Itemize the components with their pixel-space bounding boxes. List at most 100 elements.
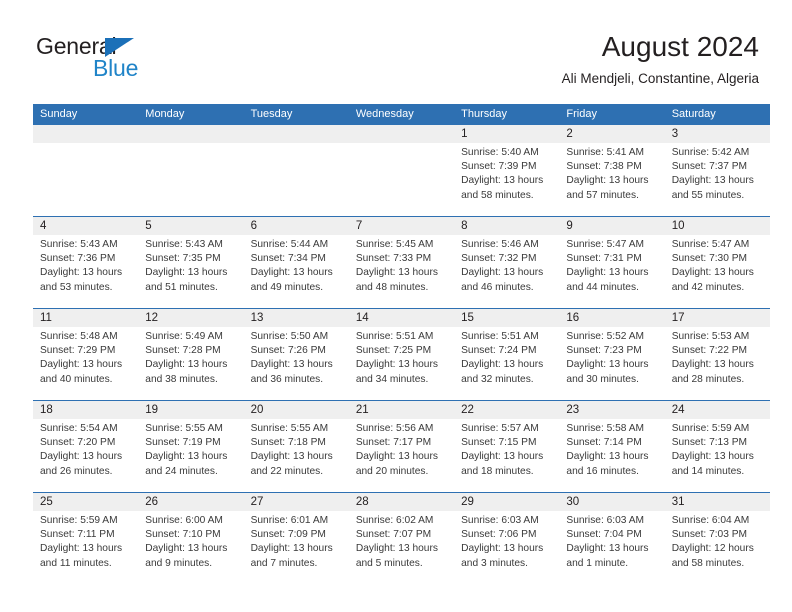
sunset-text: Sunset: 7:26 PM [250,345,326,357]
day-cell-26[interactable]: Sunrise: 6:00 AM Sunset: 7:10 PM Daylight:… [138,511,243,584]
sunrise-text: Sunrise: 5:44 AM [250,239,329,250]
daylight-text: Daylight: 13 hours [461,359,544,371]
daylight-text: Daylight: 13 hours [250,359,333,371]
daylight-text: and 48 minutes. [355,281,429,293]
day-of-week-header-row: Sunday Monday Tuesday Wednesday Thursday Frid… [33,104,770,125]
sunrise-text: Sunrise: 5:40 AM [461,147,539,158]
day-number-6[interactable]: 6 [244,217,349,235]
day-cell-15[interactable]: Sunrise: 5:51 AM Sunset: 7:24 PM Daylight:… [454,327,559,400]
sunset-text: Sunset: 7:03 PM [671,529,748,541]
day-of-week-monday: Monday [145,108,185,120]
sunrise-text: Sunrise: 6:00 AM [145,515,223,526]
week-day-number-band: 123 [33,125,770,143]
day-number-25[interactable]: 25 [33,493,138,511]
sunrise-text: Sunrise: 6:03 AM [566,515,644,526]
day-number-10[interactable]: 10 [665,217,770,235]
daylight-text: and 1 minute. [566,557,629,569]
day-cell-22[interactable]: Sunrise: 5:57 AM Sunset: 7:15 PM Daylight:… [454,419,559,492]
sunrise-text: Sunrise: 5:43 AM [145,239,223,250]
day-cell-1[interactable]: Sunrise: 5:40 AM Sunset: 7:39 PM Daylight:… [454,143,559,216]
sunrise-text: Sunrise: 5:58 AM [566,423,644,434]
day-number-14[interactable]: 14 [349,309,454,327]
day-number-26[interactable]: 26 [138,493,243,511]
day-cell-30[interactable]: Sunrise: 6:03 AM Sunset: 7:04 PM Daylight:… [559,511,664,584]
day-number-4[interactable]: 4 [33,217,138,235]
daylight-text: Daylight: 13 hours [355,451,438,463]
day-number-11[interactable]: 11 [33,309,138,327]
daylight-text: Daylight: 13 hours [250,451,333,463]
day-cell-5[interactable]: Sunrise: 5:43 AM Sunset: 7:35 PM Daylight:… [138,235,243,308]
day-number-23[interactable]: 23 [559,401,664,419]
daylight-text: Daylight: 13 hours [461,175,544,187]
day-number-9[interactable]: 9 [559,217,664,235]
day-cell-20[interactable]: Sunrise: 5:55 AM Sunset: 7:18 PM Daylight:… [244,419,349,492]
day-cell-6[interactable]: Sunrise: 5:44 AM Sunset: 7:34 PM Daylight:… [244,235,349,308]
sunset-text: Sunset: 7:32 PM [461,253,537,265]
day-cell-25[interactable]: Sunrise: 5:59 AM Sunset: 7:11 PM Daylight:… [33,511,138,584]
day-number-18[interactable]: 18 [33,401,138,419]
daylight-text: and 58 minutes. [461,189,534,201]
daylight-text: and 42 minutes. [671,281,745,293]
day-number-15[interactable]: 15 [454,309,559,327]
sunrise-text: Sunrise: 5:45 AM [355,239,434,250]
day-number-31[interactable]: 31 [665,493,770,511]
day-cell-31[interactable]: Sunrise: 6:04 AM Sunset: 7:03 PM Daylight:… [665,511,770,584]
day-cell-21[interactable]: Sunrise: 5:56 AM Sunset: 7:17 PM Daylight:… [349,419,454,492]
day-number-3[interactable]: 3 [665,125,770,143]
day-cell-18[interactable]: Sunrise: 5:54 AM Sunset: 7:20 PM Daylight:… [33,419,138,492]
day-of-week-saturday: Saturday [671,108,716,120]
day-cell-19[interactable]: Sunrise: 5:55 AM Sunset: 7:19 PM Daylight:… [138,419,243,492]
day-cell-24[interactable]: Sunrise: 5:59 AM Sunset: 7:13 PM Daylight:… [665,419,770,492]
day-number-17[interactable]: 17 [665,309,770,327]
day-number-8[interactable]: 8 [454,217,559,235]
sunset-text: Sunset: 7:07 PM [355,529,432,541]
day-cell-7[interactable]: Sunrise: 5:45 AM Sunset: 7:33 PM Daylight:… [349,235,454,308]
day-cell-10[interactable]: Sunrise: 5:47 AM Sunset: 7:30 PM Daylight:… [665,235,770,308]
calendar-page: General Blue August 2024 Ali Mendjeli, C… [0,0,792,612]
day-cell-11[interactable]: Sunrise: 5:48 AM Sunset: 7:29 PM Daylight:… [33,327,138,400]
day-cell-29[interactable]: Sunrise: 6:03 AM Sunset: 7:06 PM Daylight:… [454,511,559,584]
daylight-text: Daylight: 13 hours [671,175,754,187]
day-number-19[interactable]: 19 [138,401,243,419]
day-cell-14[interactable]: Sunrise: 5:51 AM Sunset: 7:25 PM Daylight:… [349,327,454,400]
sunset-text: Sunset: 7:20 PM [40,437,116,449]
day-number-empty [244,125,349,143]
day-number-2[interactable]: 2 [559,125,664,143]
day-number-22[interactable]: 22 [454,401,559,419]
day-cell-9[interactable]: Sunrise: 5:47 AM Sunset: 7:31 PM Daylight:… [559,235,664,308]
daylight-text: and 38 minutes. [145,373,218,385]
day-cell-23[interactable]: Sunrise: 5:58 AM Sunset: 7:14 PM Daylight:… [559,419,664,492]
day-number-30[interactable]: 30 [559,493,664,511]
sunrise-text: Sunrise: 5:46 AM [461,239,539,250]
day-cell-28[interactable]: Sunrise: 6:02 AM Sunset: 7:07 PM Daylight:… [349,511,454,584]
daylight-text: and 40 minutes. [40,373,113,385]
day-number-29[interactable]: 29 [454,493,559,511]
day-number-24[interactable]: 24 [665,401,770,419]
day-number-16[interactable]: 16 [559,309,664,327]
day-cell-13[interactable]: Sunrise: 5:50 AM Sunset: 7:26 PM Daylight:… [244,327,349,400]
day-number-13[interactable]: 13 [244,309,349,327]
sunset-text: Sunset: 7:11 PM [40,529,115,541]
generalblue-logo[interactable]: General Blue [36,34,236,82]
day-number-27[interactable]: 27 [244,493,349,511]
day-cell-2[interactable]: Sunrise: 5:41 AM Sunset: 7:38 PM Daylight:… [559,143,664,216]
day-number-20[interactable]: 20 [244,401,349,419]
daylight-text: Daylight: 13 hours [40,451,123,463]
day-number-5[interactable]: 5 [138,217,243,235]
sunset-text: Sunset: 7:39 PM [461,161,537,173]
sunrise-text: Sunrise: 5:53 AM [671,331,750,342]
day-cell-16[interactable]: Sunrise: 5:52 AM Sunset: 7:23 PM Daylight:… [559,327,664,400]
sunrise-text: Sunrise: 5:59 AM [40,515,118,526]
daylight-text: and 16 minutes. [566,465,639,477]
day-cell-17[interactable]: Sunrise: 5:53 AM Sunset: 7:22 PM Daylight:… [665,327,770,400]
day-number-1[interactable]: 1 [454,125,559,143]
day-number-12[interactable]: 12 [138,309,243,327]
day-cell-8[interactable]: Sunrise: 5:46 AM Sunset: 7:32 PM Daylight:… [454,235,559,308]
day-number-28[interactable]: 28 [349,493,454,511]
day-number-7[interactable]: 7 [349,217,454,235]
day-cell-3[interactable]: Sunrise: 5:42 AM Sunset: 7:37 PM Daylight:… [665,143,770,216]
day-cell-12[interactable]: Sunrise: 5:49 AM Sunset: 7:28 PM Daylight:… [138,327,243,400]
day-cell-4[interactable]: Sunrise: 5:43 AM Sunset: 7:36 PM Daylight:… [33,235,138,308]
day-number-21[interactable]: 21 [349,401,454,419]
day-cell-27[interactable]: Sunrise: 6:01 AM Sunset: 7:09 PM Daylight:… [244,511,349,584]
